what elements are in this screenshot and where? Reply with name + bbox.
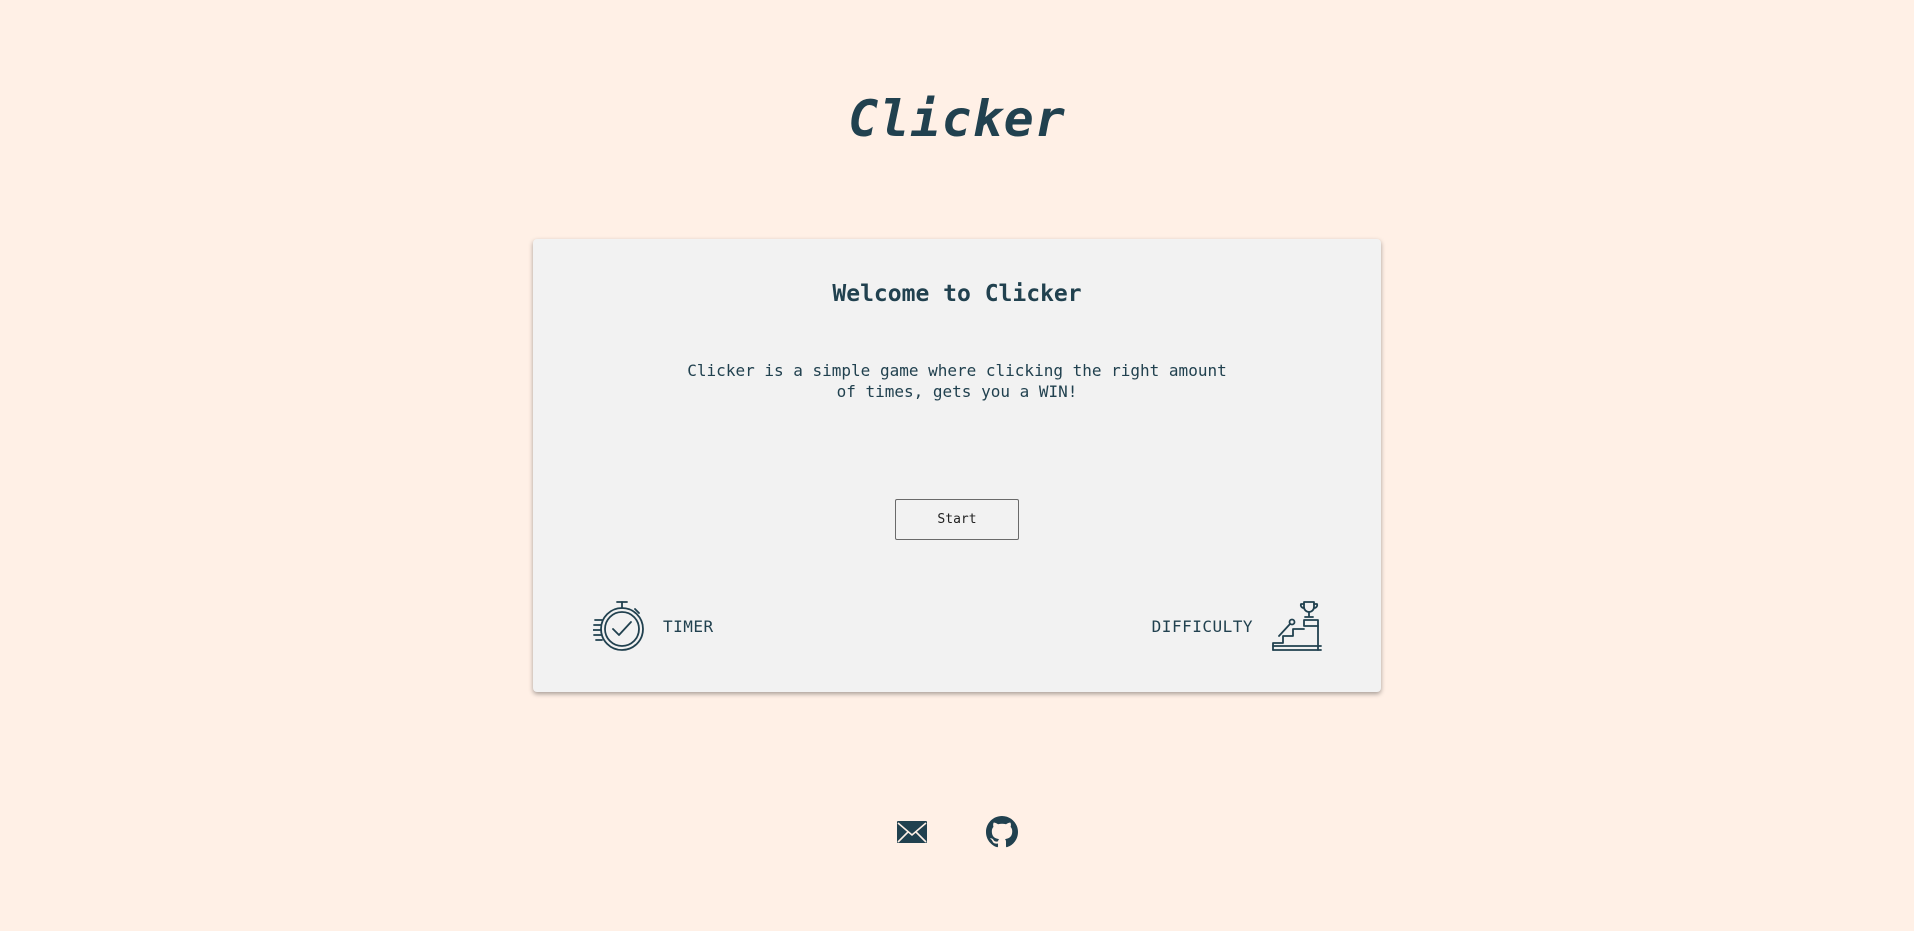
footer	[0, 816, 1914, 848]
timer-option[interactable]: TIMER	[593, 600, 714, 652]
email-link[interactable]	[896, 816, 928, 848]
podium-trophy-icon	[1271, 600, 1323, 652]
timer-label: TIMER	[663, 616, 714, 636]
difficulty-option[interactable]: DIFFICULTY	[1152, 600, 1323, 652]
stopwatch-icon	[593, 600, 645, 652]
welcome-card: Welcome to Clicker Clicker is a simple g…	[533, 239, 1381, 692]
mail-icon	[896, 816, 928, 848]
github-icon	[986, 816, 1018, 848]
difficulty-label: DIFFICULTY	[1151, 616, 1253, 636]
github-link[interactable]	[986, 816, 1018, 848]
start-button[interactable]: Start	[895, 499, 1019, 540]
app-title: Clicker	[848, 90, 1066, 148]
card-heading: Welcome to Clicker	[832, 281, 1082, 307]
card-description: Clicker is a simple game where clicking …	[687, 361, 1227, 401]
